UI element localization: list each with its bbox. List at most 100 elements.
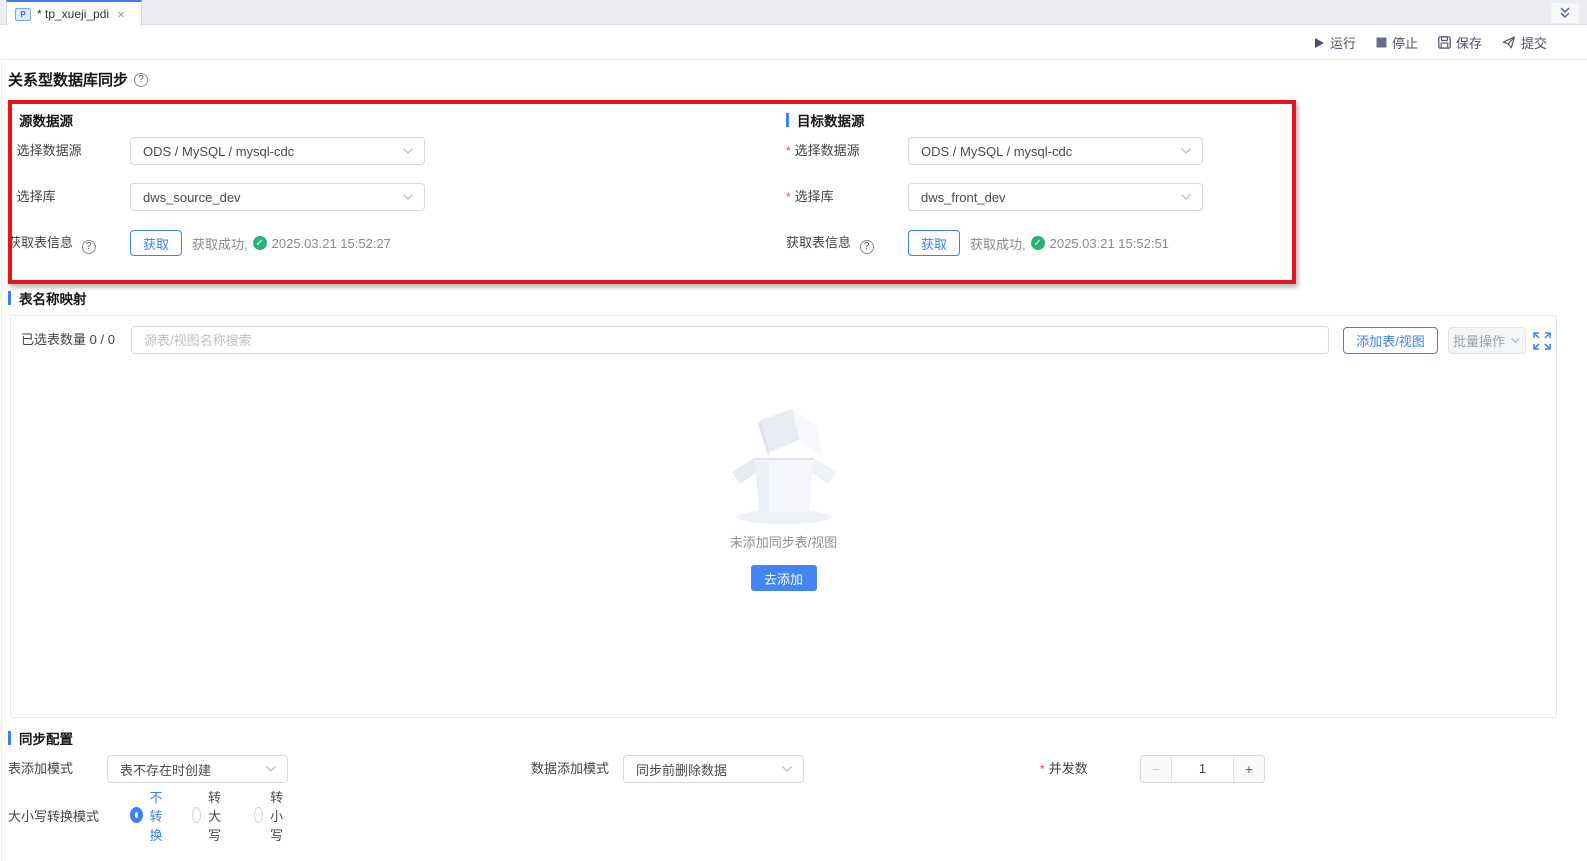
target-status-time: 2025.03.21 15:52:51 [1050,236,1169,251]
target-db-value: dws_front_dev [921,190,1180,205]
empty-state: 未添加同步表/视图 去添加 [11,400,1556,591]
source-db-label: 选择库 [8,183,56,211]
target-fetch-label: 获取表信息 ? [786,229,874,257]
case-mode-row: 大小写转换模式 不转换 转大写 转小写 [8,802,99,828]
empty-box-illustration [724,400,844,526]
save-label: 保存 [1456,33,1482,52]
table-search-input[interactable] [131,326,1329,354]
stop-button[interactable]: 停止 [1376,33,1418,52]
chevron-down-icon [265,765,277,773]
radio-label: 转大写 [208,787,228,844]
radio-no-convert[interactable]: 不转换 [130,787,166,844]
play-icon [1314,37,1325,49]
stop-label: 停止 [1392,33,1418,52]
source-fetch-label: 获取表信息 ? [8,229,96,257]
chevron-down-icon [1180,193,1192,201]
concurrency-stepper: − 1 + [1140,755,1265,783]
run-button[interactable]: 运行 [1314,33,1356,52]
mapping-section-title: 表名称映射 [19,288,87,308]
source-status-time: 2025.03.21 15:52:27 [272,236,391,251]
table-add-mode-value: 表不存在时创建 [120,760,265,779]
go-add-button[interactable]: 去添加 [751,565,817,591]
chevron-down-icon [1510,337,1521,344]
fetch-help-icon[interactable]: ? [82,240,96,254]
tab-title: * tp_xueji_pdi [37,7,109,21]
count-label-text: 已选表数量 [21,332,86,347]
target-datasource-select[interactable]: ODS / MySQL / mysql-cdc [908,137,1203,165]
tab-bar: P * tp_xueji_pdi × [0,0,1587,25]
data-add-mode-value: 同步前删除数据 [636,760,781,779]
save-icon [1438,36,1451,49]
case-mode-radio-group: 不转换 转大写 转小写 [130,802,290,828]
success-check-icon: ✓ [253,236,267,250]
target-section-header: 目标数据源 [786,110,865,130]
fetch-help-icon[interactable]: ? [860,240,874,254]
radio-to-lowercase[interactable]: 转小写 [254,787,290,844]
target-db-label: 选择库 [786,183,834,211]
radio-icon [130,807,143,823]
batch-operation-button[interactable]: 批量操作 [1448,327,1526,354]
target-section-title: 目标数据源 [797,110,865,130]
source-section-title: 源数据源 [19,110,73,130]
chevron-down-icon [402,147,414,155]
radio-icon [192,807,201,823]
target-datasource-label: 选择数据源 [786,137,860,165]
source-datasource-label: 选择数据源 [8,137,82,165]
radio-label: 不转换 [150,787,166,844]
add-table-view-button[interactable]: 添加表/视图 [1343,327,1438,354]
concurrency-value[interactable]: 1 [1172,756,1233,782]
radio-to-uppercase[interactable]: 转大写 [192,787,228,844]
page-left-border [1,60,2,861]
mapping-panel: 已选表数量 0 / 0 添加表/视图 批量操作 [10,315,1557,718]
page-title-row: 关系型数据库同步 ? [8,69,148,90]
page-help-icon[interactable]: ? [134,73,148,87]
fullscreen-expand-button[interactable] [1533,332,1551,350]
decrement-button[interactable]: − [1141,756,1172,782]
radio-label: 转小写 [270,787,290,844]
target-fetch-status: 获取成功, ✓ 2025.03.21 15:52:51 [970,229,1169,257]
target-fetch-button[interactable]: 获取 [908,230,960,256]
action-toolbar: 运行 停止 保存 提交 [0,26,1587,60]
section-accent-bar [786,113,789,127]
chevron-down-icon [1180,147,1192,155]
source-fetch-label-text: 获取表信息 [8,235,73,250]
data-add-mode-select[interactable]: 同步前删除数据 [623,755,804,783]
section-accent-bar [8,113,11,127]
source-datasource-value: ODS / MySQL / mysql-cdc [143,144,402,159]
success-check-icon: ✓ [1031,236,1045,250]
source-db-select[interactable]: dws_source_dev [130,183,425,211]
submit-label: 提交 [1521,33,1547,52]
target-fetch-label-text: 获取表信息 [786,235,851,250]
selected-table-count: 已选表数量 0 / 0 [21,326,115,354]
source-status-text: 获取成功, [192,234,248,253]
tab-close-icon[interactable]: × [117,7,125,22]
empty-state-text: 未添加同步表/视图 [11,532,1556,551]
chevron-double-down-icon [1558,6,1572,20]
table-add-mode-select[interactable]: 表不存在时创建 [107,755,288,783]
mapping-section-header: 表名称映射 [8,288,87,308]
chevron-down-icon [781,765,793,773]
save-button[interactable]: 保存 [1438,33,1482,52]
concurrency-label: 并发数 [1040,755,1088,783]
case-mode-label: 大小写转换模式 [8,806,99,825]
section-accent-bar [8,291,11,305]
sync-config-title: 同步配置 [19,728,73,748]
submit-button[interactable]: 提交 [1502,33,1547,52]
radio-icon [254,807,263,823]
run-label: 运行 [1330,33,1356,52]
collapse-tabs-button[interactable] [1551,3,1579,23]
app-window: P * tp_xueji_pdi × 运行 停止 [0,0,1587,861]
source-fetch-button[interactable]: 获取 [130,230,182,256]
chevron-down-icon [402,193,414,201]
page-title: 关系型数据库同步 [8,69,128,90]
source-datasource-select[interactable]: ODS / MySQL / mysql-cdc [130,137,425,165]
increment-button[interactable]: + [1233,756,1264,782]
section-accent-bar [8,731,11,745]
source-section-header: 源数据源 [8,110,73,130]
batch-operation-label: 批量操作 [1453,331,1505,350]
paper-plane-icon [1502,36,1516,49]
target-datasource-value: ODS / MySQL / mysql-cdc [921,144,1180,159]
tab-tp-xueji-pdi[interactable]: P * tp_xueji_pdi × [6,0,142,26]
target-status-text: 获取成功, [970,234,1026,253]
target-db-select[interactable]: dws_front_dev [908,183,1203,211]
